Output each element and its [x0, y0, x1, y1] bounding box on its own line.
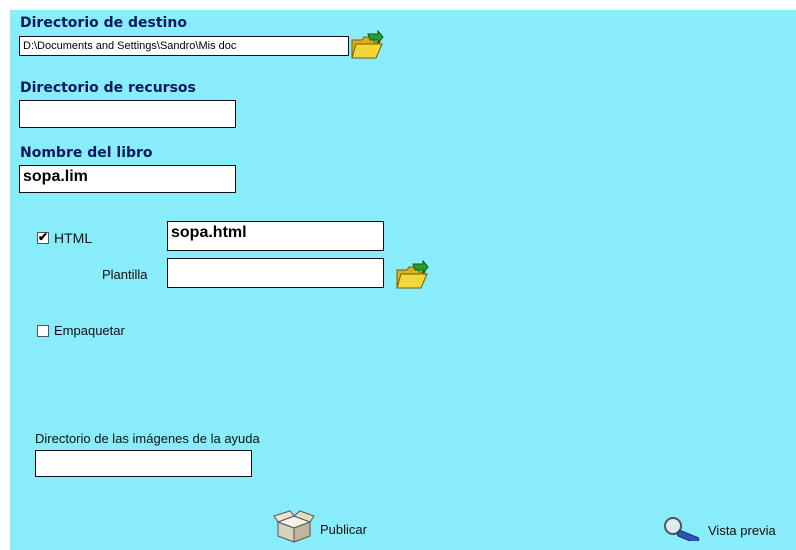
html-filename-input[interactable]: sopa.html: [167, 221, 384, 251]
vista-previa-label: Vista previa: [708, 523, 776, 538]
destino-browse-folder-icon[interactable]: [350, 29, 384, 65]
plantilla-input[interactable]: [167, 258, 384, 288]
nombre-label: Nombre del libro: [20, 145, 153, 161]
empaquetar-checkbox[interactable]: [37, 325, 49, 337]
vista-previa-button[interactable]: Vista previa: [660, 515, 776, 546]
publish-panel: Directorio de destino D:\Documents and S…: [10, 10, 796, 550]
destino-label: Directorio de destino: [20, 15, 187, 31]
destino-input[interactable]: D:\Documents and Settings\Sandro\Mis doc: [19, 36, 349, 56]
recursos-input[interactable]: [19, 100, 236, 128]
recursos-label: Directorio de recursos: [20, 80, 196, 96]
html-checkbox[interactable]: ✔: [37, 230, 49, 244]
checkmark-icon: ✔: [38, 230, 49, 244]
publicar-button[interactable]: Publicar: [272, 510, 367, 549]
plantilla-browse-folder-icon[interactable]: [395, 259, 429, 295]
html-label: HTML: [54, 230, 93, 246]
empaquetar-label: Empaquetar: [54, 323, 125, 338]
package-box-icon: [272, 510, 316, 549]
ayuda-input[interactable]: [35, 450, 252, 477]
plantilla-label: Plantilla: [102, 267, 148, 282]
magnifier-icon: [660, 515, 706, 546]
ayuda-label: Directorio de las imágenes de la ayuda: [35, 431, 260, 446]
publicar-label: Publicar: [320, 522, 367, 537]
nombre-input[interactable]: sopa.lim: [19, 165, 236, 193]
